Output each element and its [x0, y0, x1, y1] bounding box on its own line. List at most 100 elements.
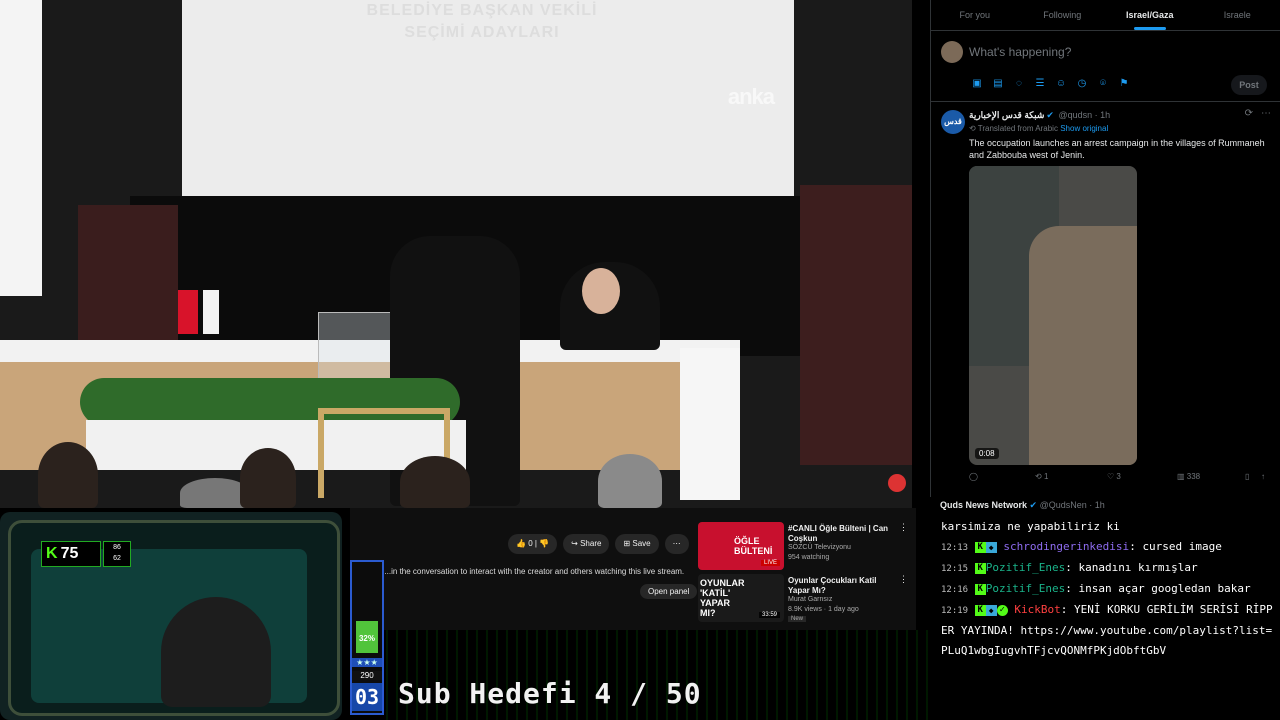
more-icon[interactable]: ⋯ [1261, 108, 1271, 119]
x-feed-panel: For you Following Israel/Gaza Israele Wh… [930, 0, 1280, 497]
chat-username[interactable]: KickBot [1014, 603, 1060, 616]
kick-badge-icon: K [974, 541, 986, 553]
reply-icon[interactable]: ◯ [969, 472, 978, 481]
video-player[interactable]: BELEDİYE BAŞKAN VEKİLİ SEÇİMİ ADAYLARI a… [0, 0, 912, 508]
feed-tabs: For you Following Israel/Gaza Israele [931, 0, 1280, 31]
recommended-title[interactable]: Oyunlar Çocukları Katil Yapar Mı? [788, 576, 898, 596]
video-actions: 👍 0 | 👎 ↪ Share ⊞ Save ⋯ [508, 534, 689, 554]
video-thumbnail[interactable]: ÖĞLE BÜLTENİ LIVE [698, 522, 784, 570]
audience [0, 440, 912, 508]
stats-badge: 86 62 [103, 541, 131, 567]
more-icon[interactable]: ⋮ [899, 574, 908, 585]
star-icon: ★★★ [352, 658, 382, 667]
avatar[interactable] [941, 41, 963, 63]
more-icon[interactable]: ⋮ [899, 522, 908, 533]
like-count: 0 [528, 539, 533, 548]
thumbnail-label: OYUNLAR 'KATİL' YAPAR MI? [700, 578, 745, 618]
share-button[interactable]: ↪ Share [563, 534, 610, 554]
like-button[interactable]: ♡ 3 [1107, 472, 1121, 481]
next-tweet-header: Quds News Network ✔ @QudsNen · 1h [940, 500, 1105, 510]
webcam-overlay: K 75 86 62 [0, 512, 342, 720]
kick-level-badge: K 75 [41, 541, 101, 567]
video-duration: 33:59 [758, 612, 780, 618]
dislike-icon[interactable]: 👎 [539, 539, 549, 548]
new-badge: New [788, 616, 807, 622]
live-badge: LIVE [760, 560, 780, 566]
verified-icon: ✔ [1029, 500, 1038, 510]
next-tweet-author[interactable]: Quds News Network [940, 500, 1027, 510]
translate-icon: ⟲ [969, 124, 976, 133]
recommended-video[interactable]: OYUNLAR 'KATİL' YAPAR MI? 33:59 Oyunlar … [698, 574, 908, 624]
tweet-author[interactable]: شبكة قدس الإخبارية [969, 110, 1044, 120]
next-tweet-time: 1h [1094, 500, 1105, 510]
tweet-avatar[interactable]: قدس [941, 110, 965, 134]
show-original-link[interactable]: Show original [1060, 124, 1108, 133]
audience-head [598, 454, 662, 508]
gif-icon[interactable]: ▤ [992, 78, 1004, 90]
chat-message: 12:16 K Pozitif_Enes: insan açar googleda… [941, 582, 1251, 595]
subscriber-badge-icon: ◆ [985, 541, 997, 553]
sub-goal-text: Sub Hedefi 4 / 50 [398, 677, 702, 710]
chat-username[interactable]: Pozitif_Enes [986, 582, 1065, 595]
tab-israel-gaza[interactable]: Israel/Gaza [1106, 0, 1194, 30]
streamer [161, 597, 271, 707]
post-button[interactable]: Post [1231, 75, 1267, 95]
chat-time: 12:16 [941, 585, 969, 595]
recommended-channel[interactable]: Murat Garnsız [788, 596, 832, 603]
location-icon[interactable]: ⌾ [1097, 78, 1109, 90]
chat-message: 12:19 K ◆ ✓ KickBot: YENİ KORKU GERİLİM SE… [941, 603, 1273, 657]
grok-icon[interactable]: ⟳ [1245, 108, 1253, 119]
audience-head [240, 448, 296, 508]
kick-badge-icon: K [974, 562, 986, 574]
recommended-views: 8.9K views · 1 day ago [788, 606, 859, 613]
open-panel-button[interactable]: Open panel [640, 584, 698, 599]
thumbnail-label: ÖĞLE BÜLTENİ [734, 536, 773, 556]
more-icon[interactable]: ⋯ [664, 534, 689, 554]
chat-username[interactable]: Pozitif_Enes [986, 561, 1065, 574]
chat-message: 12:15 K Pozitif_Enes: kanadını kırmışlar [941, 561, 1198, 574]
tweet-time[interactable]: 1h [1100, 110, 1110, 120]
tab-for-you[interactable]: For you [931, 0, 1019, 30]
poll-icon[interactable]: ☰ [1034, 78, 1046, 90]
tab-following[interactable]: Following [1019, 0, 1107, 30]
flag-icon[interactable]: ⚑ [1118, 78, 1130, 90]
compose-toolbar: ▣ ▤ ◌ ☰ ☺ ◷ ⌾ ⚑ [971, 78, 1130, 90]
kick-badge-icon: K [974, 583, 986, 595]
retweet-count: 1 [1043, 472, 1049, 481]
webcam-frame: K 75 86 62 [8, 520, 340, 716]
meter-level: 03 [352, 683, 382, 711]
turkish-flag [178, 290, 198, 334]
next-tweet-handle[interactable]: @QudsNen [1040, 500, 1087, 510]
recommended-views: 954 watching [788, 554, 830, 561]
compose-input[interactable]: What's happening? [969, 45, 1071, 59]
grok-icon[interactable]: ◌ [1013, 78, 1025, 90]
emoji-icon[interactable]: ☺ [1055, 78, 1067, 90]
tweet[interactable]: قدس شبكة قدس الإخبارية ✔ @qudsn · 1h ⟳ ⋯ … [931, 102, 1280, 497]
image-icon[interactable]: ▣ [971, 78, 983, 90]
tweet-handle[interactable]: @qudsn [1058, 110, 1092, 120]
schedule-icon[interactable]: ◷ [1076, 78, 1088, 90]
views-button[interactable]: ▥ 338 [1177, 472, 1200, 481]
retweet-button[interactable]: ⟲ 1 [1035, 472, 1048, 481]
recommended-title[interactable]: #CANLI Öğle Bülteni | Can Coşkun [788, 524, 898, 544]
tweet-actions: ◯ ⟲ 1 ♡ 3 ▥ 338 ▯ ↑ [969, 472, 1269, 486]
anka-watermark: anka [727, 84, 775, 109]
channel-logo-icon [888, 474, 906, 492]
tweet-video[interactable]: 0:08 [969, 166, 1137, 465]
stat-bottom: 62 [113, 555, 121, 562]
save-button[interactable]: ⊞ Save [615, 534, 659, 554]
recommended-channel[interactable]: SÖZCÜ Televizyonu [788, 544, 851, 551]
share-label: Share [580, 539, 602, 548]
chat-text: insan açar googledan bakar [1078, 582, 1251, 595]
like-button[interactable]: 👍 0 | 👎 [508, 534, 558, 554]
tab-israele[interactable]: Israele [1194, 0, 1280, 30]
stream-chat: Quds News Network ✔ @QudsNen · 1h karsim… [930, 497, 1280, 720]
chat-username[interactable]: schrodingerinkedisi [1003, 540, 1129, 553]
chat-text: cursed image [1142, 540, 1222, 553]
projection-screen: BELEDİYE BAŞKAN VEKİLİ SEÇİMİ ADAYLARI [182, 0, 794, 196]
share-icon[interactable]: ↑ [1261, 472, 1265, 481]
bookmark-icon[interactable]: ▯ [1245, 472, 1249, 481]
tweet-text: The occupation launches an arrest campai… [969, 138, 1265, 160]
video-thumbnail[interactable]: OYUNLAR 'KATİL' YAPAR MI? 33:59 [698, 574, 784, 622]
recommended-video[interactable]: ÖĞLE BÜLTENİ LIVE #CANLI Öğle Bülteni | … [698, 522, 908, 572]
